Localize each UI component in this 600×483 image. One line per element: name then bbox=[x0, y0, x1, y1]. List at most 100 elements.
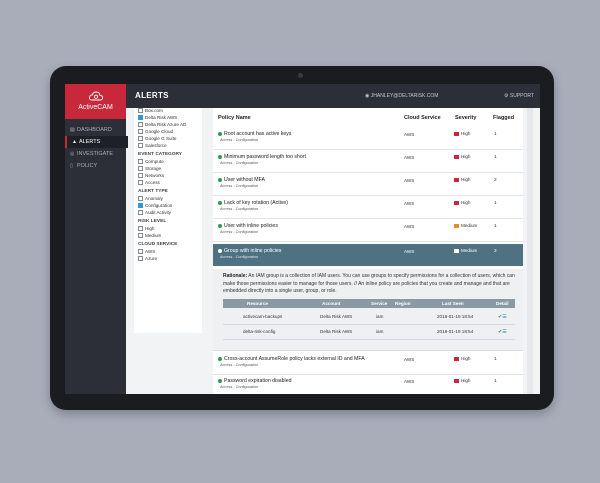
nav-item-alerts[interactable]: ▲ ALERTS bbox=[65, 136, 128, 148]
nav-label: DASHBOARD bbox=[77, 127, 112, 133]
collapse-icon[interactable] bbox=[218, 248, 222, 253]
checkbox[interactable] bbox=[138, 143, 143, 149]
resource-last-seen: 2018-01-19 18:54 bbox=[437, 329, 474, 334]
policy-name-text: Root account has active keys bbox=[224, 131, 292, 137]
severity-high-icon bbox=[454, 356, 459, 361]
table-row[interactable]: User with inline policies Access - Confi… bbox=[213, 219, 523, 242]
detail-actions: ✔☰ bbox=[498, 314, 507, 320]
table-row[interactable]: Root account has active keys Access - Co… bbox=[213, 127, 523, 150]
table-row[interactable]: Password expiration disabled Access - Co… bbox=[213, 374, 523, 394]
checkbox[interactable] bbox=[138, 159, 143, 165]
cloud-service: AWS bbox=[404, 357, 415, 362]
checkbox[interactable] bbox=[138, 180, 143, 186]
checkbox[interactable] bbox=[138, 108, 143, 114]
flagged-count: 1 bbox=[494, 224, 497, 229]
filter-compute[interactable]: Compute bbox=[138, 158, 164, 165]
policy-name: Cross-account AssumeRole policy lacks ex… bbox=[218, 356, 365, 362]
flagged-count: 1 bbox=[494, 155, 497, 160]
table-row[interactable]: Lack of key rotation (Active) Access - C… bbox=[213, 196, 523, 219]
filter-azure[interactable]: Azure bbox=[138, 255, 157, 262]
filter-anomaly[interactable]: Anomaly bbox=[138, 195, 163, 202]
nav-item-dashboard[interactable]: ▤ DASHBOARD bbox=[65, 124, 126, 136]
table-row[interactable]: User without MFA Access - Configuration … bbox=[213, 173, 523, 196]
col-header-severity[interactable]: Severity bbox=[455, 115, 476, 121]
checkbox[interactable] bbox=[138, 210, 143, 216]
alert-detail-panel: Rationale: An IAM group is a collection … bbox=[213, 269, 523, 351]
resource-last-seen: 2018-01-19 18:54 bbox=[437, 314, 474, 319]
details-list-icon[interactable]: ☰ bbox=[502, 329, 506, 335]
status-ok-icon bbox=[218, 378, 222, 383]
col-header-flagged[interactable]: Flagged bbox=[493, 115, 514, 121]
filter-medium[interactable]: Medium bbox=[138, 232, 161, 239]
filter-account-box[interactable]: Box.com bbox=[138, 107, 163, 114]
checkbox[interactable] bbox=[138, 256, 143, 262]
table-row[interactable]: Cross-account AssumeRole policy lacks ex… bbox=[213, 352, 523, 375]
col-header-policy[interactable]: Policy Name bbox=[218, 115, 251, 121]
nav-item-investigate[interactable]: ◎ INVESTIGATE bbox=[65, 148, 126, 160]
checkbox-checked[interactable] bbox=[138, 203, 143, 209]
nav-item-policy[interactable]: ▯ POLICY bbox=[65, 160, 126, 172]
policy-name: Password expiration disabled bbox=[218, 378, 291, 384]
checkbox[interactable] bbox=[138, 173, 143, 179]
filter-account-google-cloud[interactable]: Google Cloud bbox=[138, 128, 173, 135]
resource-table-header: Resource Account Service Region Last See… bbox=[223, 299, 515, 308]
filter-label: Compute bbox=[145, 159, 164, 164]
table-row[interactable]: Minimum password length too short Access… bbox=[213, 150, 523, 173]
filter-configuration[interactable]: Configuration bbox=[138, 202, 172, 209]
status-ok-icon bbox=[218, 200, 222, 205]
policy-name-text: Cross-account AssumeRole policy lacks ex… bbox=[224, 356, 365, 362]
filter-label: Box.com bbox=[145, 108, 163, 113]
cloud-service: AWS bbox=[404, 155, 415, 160]
policy-category: Access - Configuration bbox=[220, 230, 259, 234]
support-link[interactable]: ⚙ SUPPORT bbox=[504, 93, 534, 99]
col-header-service: Service bbox=[371, 301, 388, 306]
user-account-link[interactable]: ◉ JHANLEY@DELTARISK.COM bbox=[365, 93, 438, 99]
filter-aws[interactable]: AWS bbox=[138, 248, 155, 255]
filter-storage[interactable]: Storage bbox=[138, 165, 161, 172]
severity: High bbox=[454, 131, 470, 136]
flagged-count: 1 bbox=[494, 201, 497, 206]
resource-row[interactable]: activecam-backups Delta Risk AWS iam 201… bbox=[223, 309, 515, 325]
severity: High bbox=[454, 154, 470, 159]
filter-account-azure-ad[interactable]: Delta Risk Azure AD bbox=[138, 121, 186, 128]
table-row-selected[interactable]: Group with inline policies Access - Conf… bbox=[213, 244, 523, 266]
filter-account-salesforce[interactable]: Salesforce bbox=[138, 142, 167, 149]
checkbox[interactable] bbox=[138, 196, 143, 202]
filter-label: Salesforce bbox=[145, 143, 167, 148]
nav-label: ALERTS bbox=[79, 139, 101, 145]
severity: Medium bbox=[454, 223, 477, 228]
scrollbar[interactable] bbox=[527, 108, 533, 394]
filter-account-g-suite[interactable]: Google G Suite bbox=[138, 135, 176, 142]
details-list-icon[interactable]: ☰ bbox=[502, 314, 506, 320]
checkbox[interactable] bbox=[138, 136, 143, 142]
severity-medium-icon bbox=[454, 223, 459, 228]
filter-account-delta-risk-aws[interactable]: Delta Risk AWS bbox=[138, 114, 177, 121]
checkbox[interactable] bbox=[138, 122, 143, 128]
detail-actions: ✔☰ bbox=[498, 329, 507, 335]
col-header-cloud[interactable]: Cloud Service bbox=[404, 115, 441, 121]
filter-access[interactable]: Access bbox=[138, 179, 160, 186]
filter-label: Delta Risk Azure AD bbox=[145, 122, 187, 127]
filter-networks[interactable]: Networks bbox=[138, 172, 164, 179]
nav-label: INVESTIGATE bbox=[77, 151, 113, 157]
cloud-service: AWS bbox=[404, 178, 415, 183]
checkbox-checked[interactable] bbox=[138, 115, 143, 121]
checkbox[interactable] bbox=[138, 249, 143, 255]
status-ok-icon bbox=[218, 131, 222, 136]
policy-name-text: User with inline policies bbox=[224, 223, 278, 229]
checkbox[interactable] bbox=[138, 166, 143, 172]
cloud-logo-icon bbox=[89, 91, 103, 101]
checkbox[interactable] bbox=[138, 226, 143, 232]
filter-high[interactable]: High bbox=[138, 225, 154, 232]
filter-label: AWS bbox=[145, 249, 156, 254]
checkbox[interactable] bbox=[138, 129, 143, 135]
policy-category: Access - Configuration bbox=[220, 363, 259, 367]
filter-audit-activity[interactable]: Audit Activity bbox=[138, 209, 171, 216]
flagged-count: 1 bbox=[494, 132, 497, 137]
checkbox[interactable] bbox=[138, 233, 143, 239]
cloud-service: AWS bbox=[404, 201, 415, 206]
severity-text: High bbox=[461, 154, 471, 159]
status-ok-icon bbox=[218, 154, 222, 159]
brand-logo[interactable]: ActiveCAM bbox=[65, 84, 126, 119]
resource-row[interactable]: delta-risk-config Delta Risk AWS iam 201… bbox=[223, 324, 515, 340]
